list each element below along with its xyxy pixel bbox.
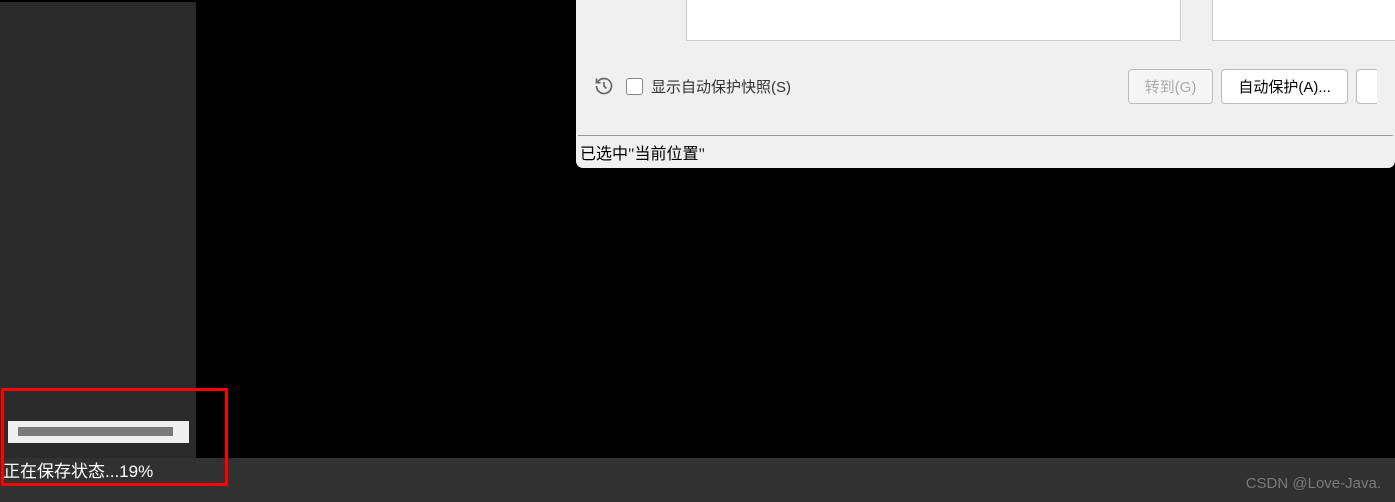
history-icon: [594, 76, 614, 96]
selection-status: 已选中"当前位置": [580, 140, 705, 164]
saving-status-text: 正在保存状态...19%: [3, 457, 153, 482]
divider: [578, 135, 1393, 136]
content-box-right: [1212, 0, 1395, 41]
show-snapshots-checkbox[interactable]: [626, 78, 643, 95]
auto-protect-button[interactable]: 自动保护(A)...: [1221, 69, 1348, 104]
content-box-left: [686, 0, 1181, 41]
button-group: 转到(G) 自动保护(A)...: [1128, 69, 1377, 104]
extra-button[interactable]: [1356, 69, 1377, 104]
goto-button: 转到(G): [1128, 69, 1214, 104]
controls-row: 显示自动保护快照(S) 转到(G) 自动保护(A)...: [594, 70, 1377, 102]
snapshot-dialog: 显示自动保护快照(S) 转到(G) 自动保护(A)... 已选中"当前位置": [576, 0, 1395, 168]
watermark: CSDN @Love-Java.: [1246, 475, 1381, 492]
show-snapshots-label[interactable]: 显示自动保护快照(S): [651, 76, 791, 97]
